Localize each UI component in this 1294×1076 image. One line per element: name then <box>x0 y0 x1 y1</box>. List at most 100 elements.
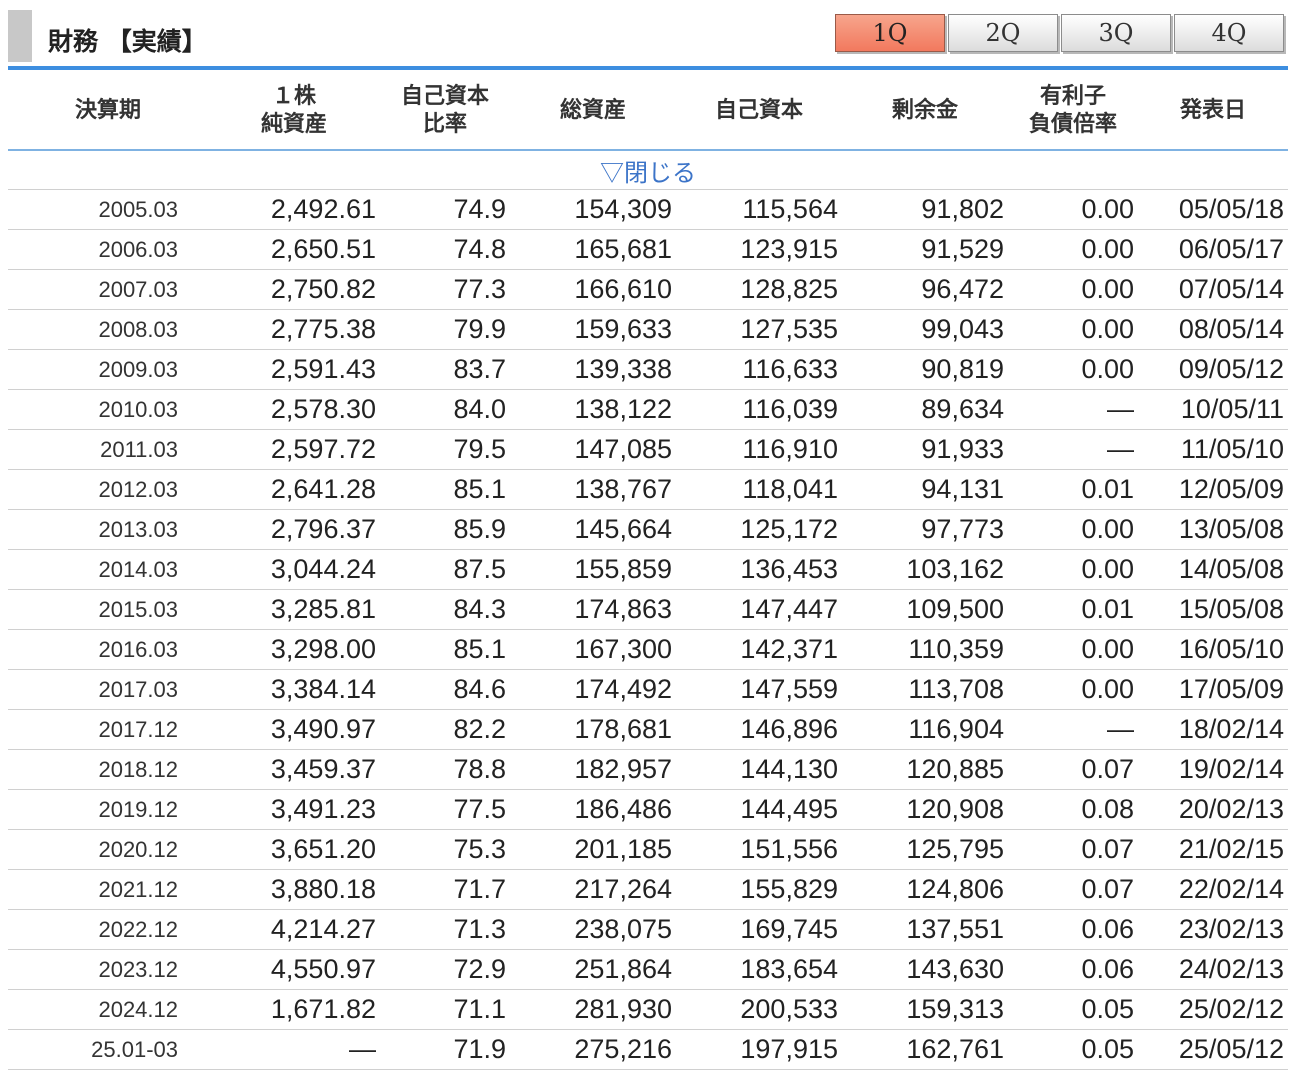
col-equity-ratio-cell: 87.5 <box>380 549 510 590</box>
col-total-assets-cell: 138,767 <box>510 469 676 510</box>
table-row: 2013.03 2,796.37 85.9 145,664 125,172 97,773 0… <box>8 509 1288 550</box>
col-de-ratio-cell: 0.00 <box>1008 189 1138 230</box>
col-announce-date-cell: 06/05/17 <box>1138 229 1288 270</box>
table-row: 2006.03 2,650.51 74.8 165,681 123,915 91,529 0… <box>8 229 1288 270</box>
col-announce-date-cell: 20/02/13 <box>1138 789 1288 830</box>
col-equity-cell: 136,453 <box>676 549 842 590</box>
col-de-ratio-cell: — <box>1008 389 1138 430</box>
col-announce-date-header: 発表日 <box>1138 72 1288 151</box>
col-total-assets-cell: 281,930 <box>510 989 676 1030</box>
col-announce-date-cell: 18/02/14 <box>1138 709 1288 750</box>
col-total-assets-cell: 201,185 <box>510 829 676 870</box>
col-period-cell: 2013.03 <box>8 509 208 550</box>
col-period-cell: 2017.12 <box>8 709 208 750</box>
col-equity-ratio-cell: 83.7 <box>380 349 510 390</box>
col-equity-ratio-cell: 75.3 <box>380 829 510 870</box>
col-equity-cell: 128,825 <box>676 269 842 310</box>
col-announce-date-cell: 15/05/08 <box>1138 589 1288 630</box>
col-de-ratio-cell: 0.00 <box>1008 349 1138 390</box>
col-period-cell: 25.01-03 <box>8 1029 208 1070</box>
col-equity-cell: 200,533 <box>676 989 842 1030</box>
col-surplus-cell: 162,761 <box>842 1029 1008 1070</box>
col-bps-cell: 3,298.00 <box>208 629 380 670</box>
close-toggle-link[interactable]: ▽閉じる <box>8 150 1288 190</box>
col-bps-cell: — <box>208 1029 380 1070</box>
col-de-ratio-cell: 0.06 <box>1008 949 1138 990</box>
col-de-ratio-cell: 0.00 <box>1008 309 1138 350</box>
table-row: 2018.12 3,459.37 78.8 182,957 144,130 120,885… <box>8 749 1288 790</box>
col-de-ratio-cell: 0.07 <box>1008 869 1138 910</box>
col-period-cell: 2024.12 <box>8 989 208 1030</box>
col-equity-cell: 127,535 <box>676 309 842 350</box>
col-de-ratio-cell: 0.08 <box>1008 789 1138 830</box>
col-surplus-cell: 125,795 <box>842 829 1008 870</box>
col-de-ratio-header: 有利子 負債倍率 <box>1008 72 1138 151</box>
col-equity-ratio-cell: 84.3 <box>380 589 510 630</box>
col-equity-cell: 183,654 <box>676 949 842 990</box>
table-row: 2005.03 2,492.61 74.9 154,309 115,564 91,802 0… <box>8 189 1288 230</box>
col-surplus-cell: 159,313 <box>842 989 1008 1030</box>
table-row: 2016.03 3,298.00 85.1 167,300 142,371 110,359… <box>8 629 1288 670</box>
col-equity-ratio-cell: 85.1 <box>380 469 510 510</box>
col-total-assets-cell: 238,075 <box>510 909 676 950</box>
table-row: 2021.12 3,880.18 71.7 217,264 155,829 124,806… <box>8 869 1288 910</box>
table-row: 25.01-03—71.9 275,216 197,915 162,761 0.05 25… <box>8 1029 1288 1070</box>
col-de-ratio-cell: 0.00 <box>1008 509 1138 550</box>
col-total-assets-cell: 217,264 <box>510 869 676 910</box>
col-de-ratio-cell: 0.06 <box>1008 909 1138 950</box>
col-surplus-cell: 137,551 <box>842 909 1008 950</box>
col-announce-date-cell: 19/02/14 <box>1138 749 1288 790</box>
col-total-assets-cell: 174,492 <box>510 669 676 710</box>
col-surplus-cell: 143,630 <box>842 949 1008 990</box>
tab-3q[interactable]: 3Q <box>1061 14 1171 52</box>
col-equity-cell: 147,559 <box>676 669 842 710</box>
col-announce-date-cell: 05/05/18 <box>1138 189 1288 230</box>
col-bps-cell: 2,650.51 <box>208 229 380 270</box>
col-period-cell: 2020.12 <box>8 829 208 870</box>
col-period-cell: 2005.03 <box>8 189 208 230</box>
col-period-cell: 2010.03 <box>8 389 208 430</box>
col-total-assets-cell: 145,664 <box>510 509 676 550</box>
col-total-assets-cell: 166,610 <box>510 269 676 310</box>
col-equity-cell: 115,564 <box>676 189 842 230</box>
col-period-cell: 2018.12 <box>8 749 208 790</box>
col-bps-cell: 3,044.24 <box>208 549 380 590</box>
col-total-assets-cell: 138,122 <box>510 389 676 430</box>
tab-1q[interactable]: 1Q <box>835 14 945 52</box>
col-period-cell: 2011.03 <box>8 429 208 470</box>
financial-table: 決算期 １株 純資産 自己資本 比率 総資産 自己資本 剰余金 有利子 負債倍率 発表日 ▽閉… <box>8 72 1288 1070</box>
section-header: 財務 【実績】 1Q 2Q 3Q 4Q <box>8 8 1288 66</box>
col-period-cell: 2007.03 <box>8 269 208 310</box>
col-surplus-cell: 99,043 <box>842 309 1008 350</box>
col-equity-cell: 123,915 <box>676 229 842 270</box>
col-bps-cell: 2,492.61 <box>208 189 380 230</box>
col-surplus-cell: 96,472 <box>842 269 1008 310</box>
col-equity-cell: 144,495 <box>676 789 842 830</box>
col-announce-date-cell: 21/02/15 <box>1138 829 1288 870</box>
col-total-assets-cell: 154,309 <box>510 189 676 230</box>
table-header-row: 決算期 １株 純資産 自己資本 比率 総資産 自己資本 剰余金 有利子 負債倍率 発表日 <box>8 72 1288 151</box>
col-equity-ratio-cell: 74.8 <box>380 229 510 270</box>
header-divider <box>8 66 1288 70</box>
col-bps-cell: 3,459.37 <box>208 749 380 790</box>
col-equity-cell: 147,447 <box>676 589 842 630</box>
table-row: 2010.03 2,578.30 84.0 138,122 116,039 89,634—… <box>8 389 1288 430</box>
col-equity-cell: 151,556 <box>676 829 842 870</box>
tab-4q[interactable]: 4Q <box>1174 14 1284 52</box>
table-row: 2023.12 4,550.97 72.9 251,864 183,654 143,630… <box>8 949 1288 990</box>
col-equity-ratio-cell: 85.1 <box>380 629 510 670</box>
col-equity-cell: 118,041 <box>676 469 842 510</box>
table-row: 2024.12 1,671.82 71.1 281,930 200,533 159,313… <box>8 989 1288 1030</box>
col-de-ratio-cell: 0.00 <box>1008 669 1138 710</box>
col-equity-ratio-cell: 74.9 <box>380 189 510 230</box>
col-equity-cell: 116,910 <box>676 429 842 470</box>
col-equity-header: 自己資本 <box>676 72 842 151</box>
col-total-assets-cell: 182,957 <box>510 749 676 790</box>
tab-2q[interactable]: 2Q <box>948 14 1058 52</box>
col-surplus-cell: 124,806 <box>842 869 1008 910</box>
col-total-assets-cell: 167,300 <box>510 629 676 670</box>
col-de-ratio-cell: 0.05 <box>1008 1029 1138 1070</box>
table-row: 2017.03 3,384.14 84.6 174,492 147,559 113,708… <box>8 669 1288 710</box>
col-de-ratio-cell: 0.01 <box>1008 589 1138 630</box>
col-announce-date-cell: 24/02/13 <box>1138 949 1288 990</box>
